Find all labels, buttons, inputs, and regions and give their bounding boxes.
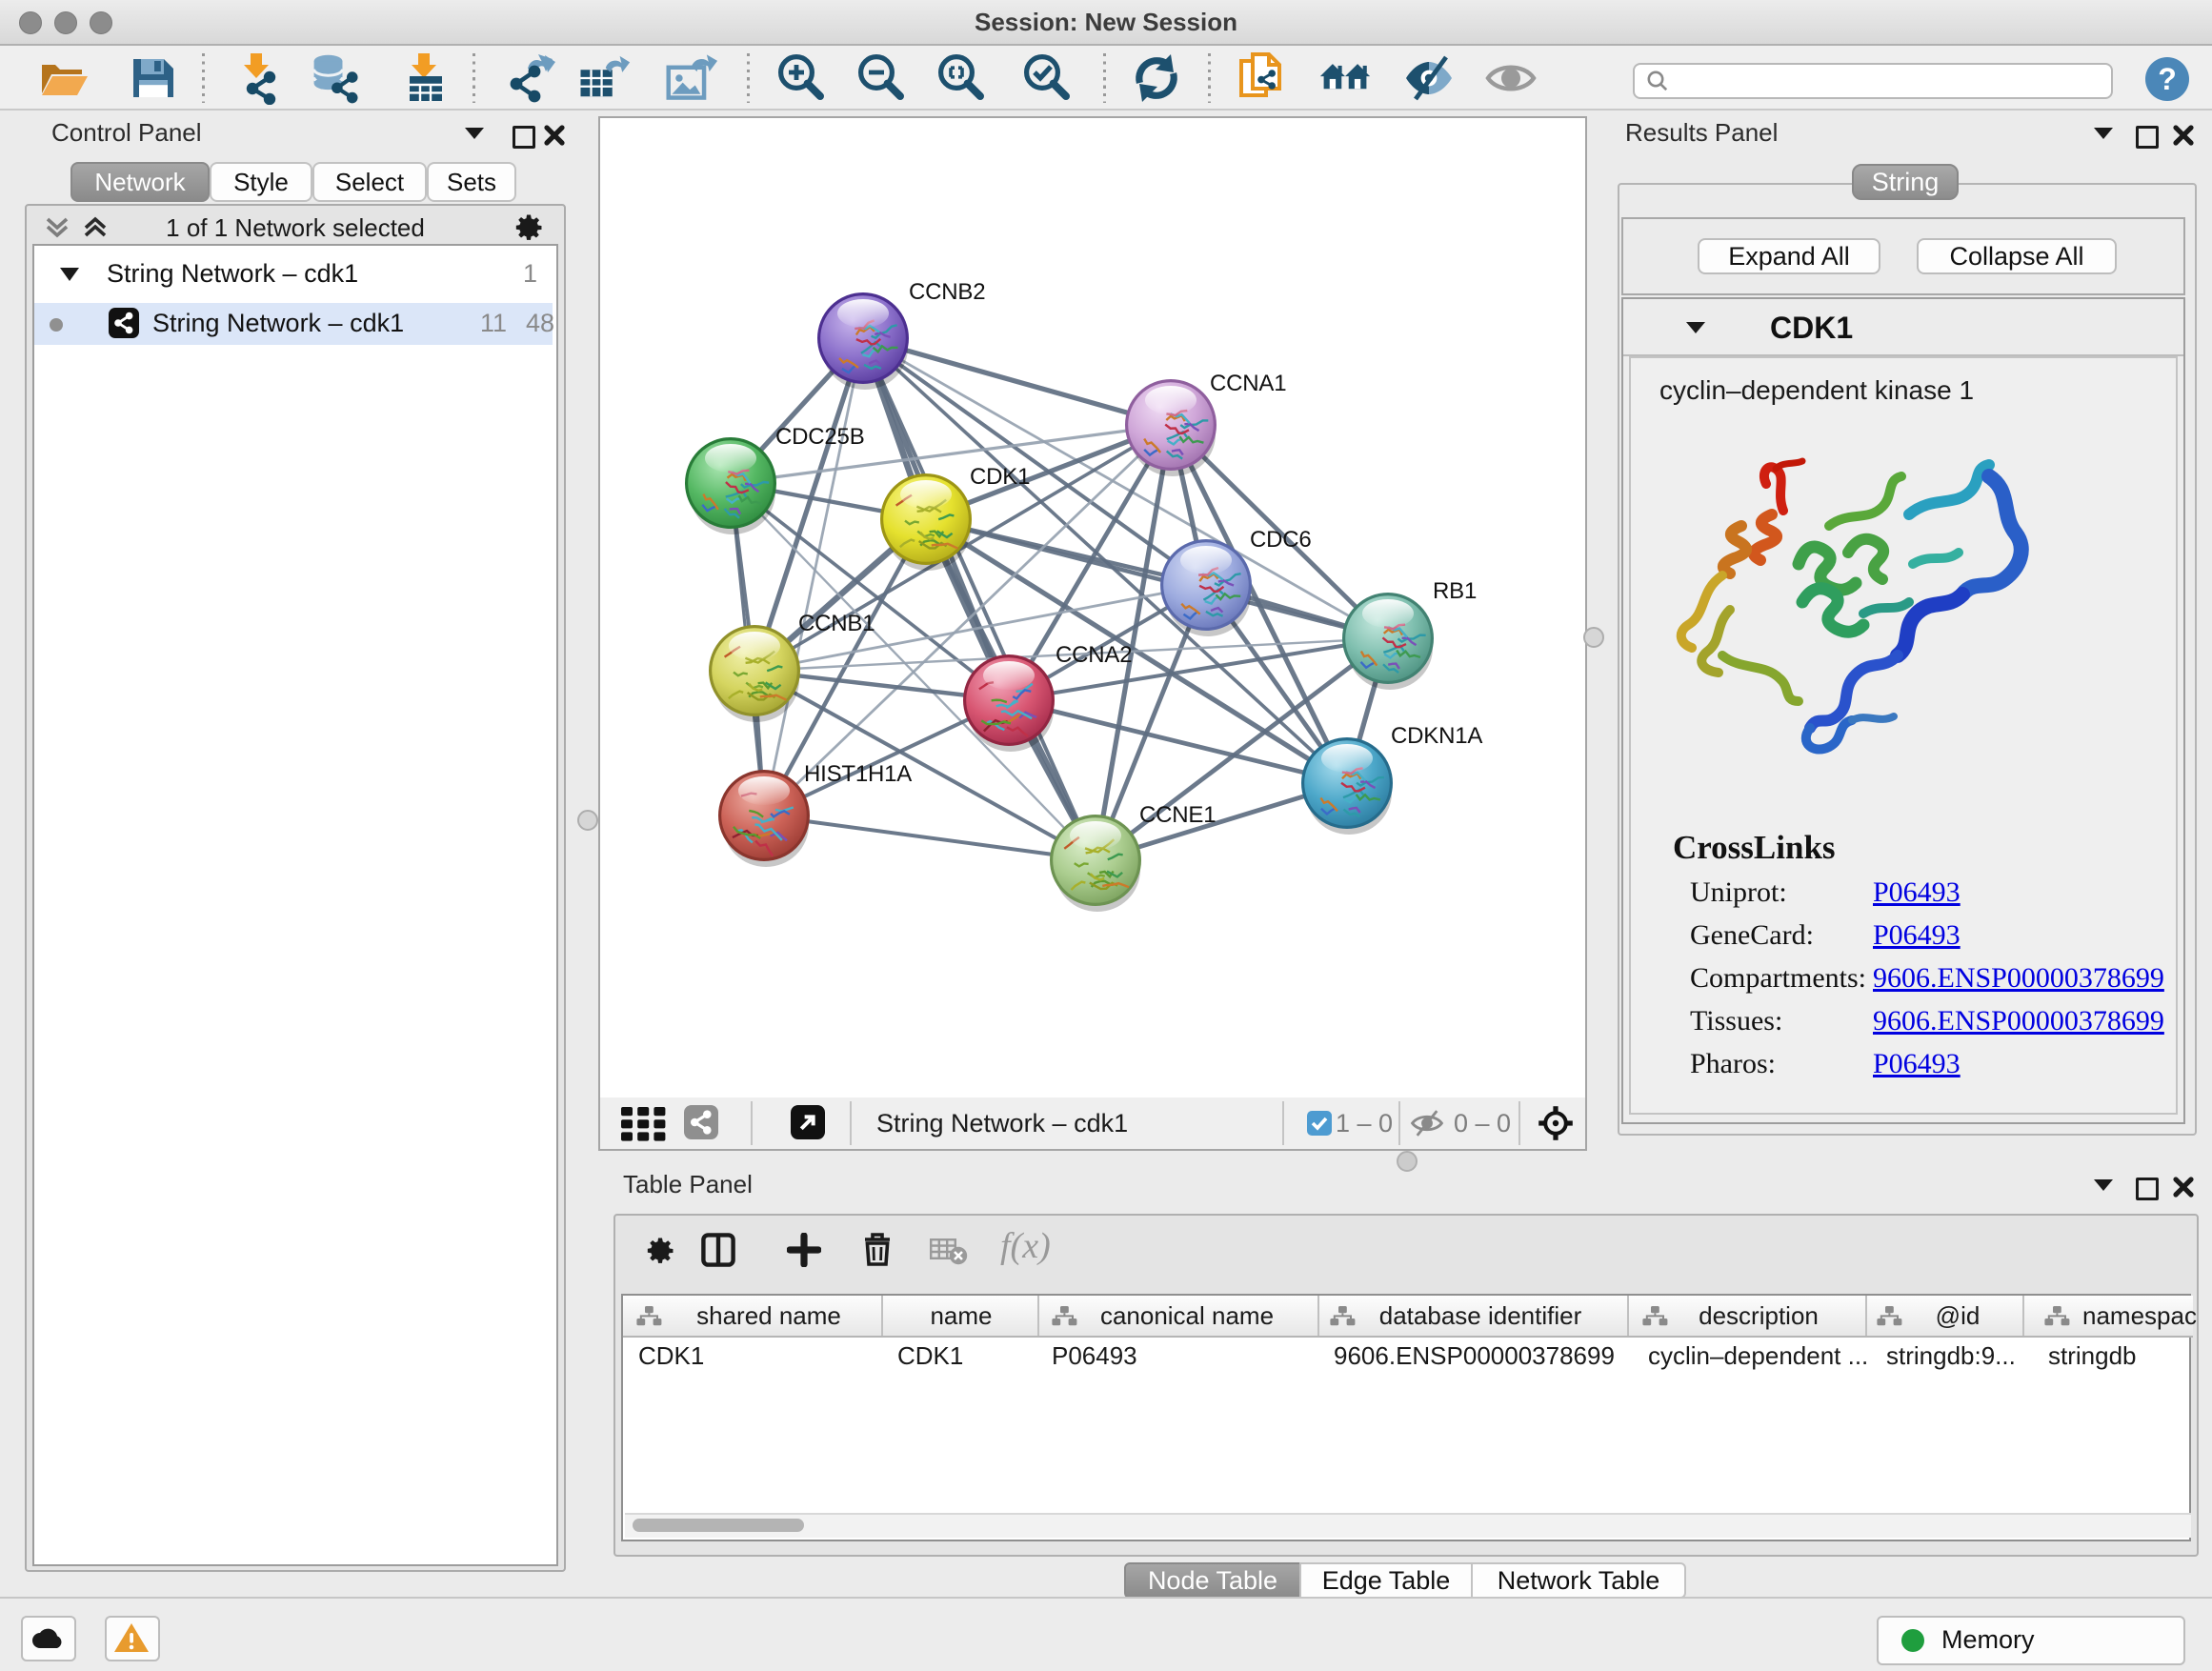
svg-text:CDK1: CDK1 <box>970 464 1030 490</box>
svg-text:CCNA2: CCNA2 <box>1056 642 1132 668</box>
svg-text:HIST1H1A: HIST1H1A <box>804 761 912 787</box>
svg-text:CDKN1A: CDKN1A <box>1391 723 1482 749</box>
svg-text:CDC6: CDC6 <box>1250 527 1312 553</box>
svg-text:CCNB2: CCNB2 <box>909 279 985 305</box>
svg-text:CCNE1: CCNE1 <box>1139 802 1216 828</box>
svg-text:CDC25B: CDC25B <box>775 424 865 450</box>
svg-text:RB1: RB1 <box>1433 578 1477 604</box>
svg-text:?: ? <box>2158 62 2177 96</box>
svg-text:CCNA1: CCNA1 <box>1210 371 1286 396</box>
svg-text:CCNB1: CCNB1 <box>798 611 875 636</box>
